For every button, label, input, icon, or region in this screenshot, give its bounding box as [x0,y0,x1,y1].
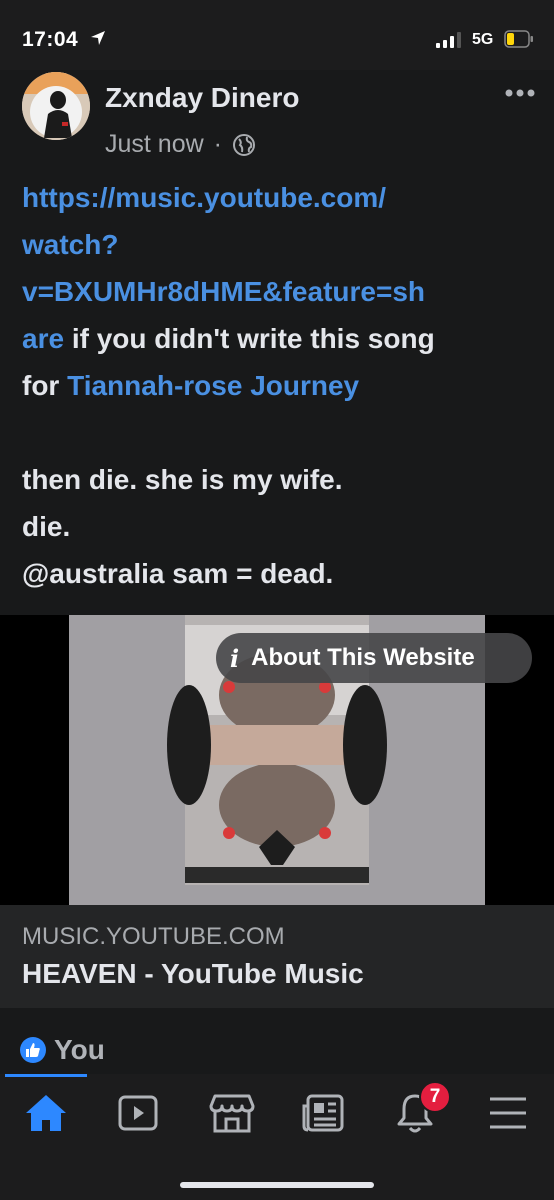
post-text-segment: for [22,370,68,401]
status-time: 17:04 [22,28,79,51]
about-website-button[interactable]: i About This Website [216,633,532,683]
post-body-line: then die. she is my wife. [22,464,343,495]
marketplace-icon [209,1094,255,1133]
notification-count-badge: 7 [419,1081,451,1113]
post-text-line: are if you didn't write this song [22,315,542,362]
post-meta: Just now · [105,130,256,159]
info-icon: i [230,643,240,673]
post-text-line: v=BXUMHr8dHME&feature=sh [22,268,542,315]
network-label: 5G [472,31,494,48]
active-tab-indicator [5,1074,87,1077]
post-link[interactable]: https://music.youtube.com/ [22,182,386,213]
post-link[interactable]: are [22,323,64,354]
location-arrow-icon [91,31,105,45]
like-reaction-icon [20,1037,46,1063]
post-body-line: die. [22,511,71,542]
tagged-person-link[interactable]: Tiannah-rose Journey [67,370,359,401]
more-options-icon[interactable] [504,88,536,98]
post-link[interactable]: watch? [22,229,118,260]
tab-menu[interactable] [483,1088,533,1138]
preview-title: HEAVEN - YouTube Music [22,958,364,989]
battery-icon [504,30,533,48]
tab-home[interactable] [21,1088,71,1138]
reaction-label: You [54,1034,105,1065]
post-text-segment: if you didn't write this song [64,323,435,354]
about-website-label: About This Website [251,644,475,671]
link-preview-info[interactable]: MUSIC.YOUTUBE.COM HEAVEN - YouTube Music [0,905,554,1008]
avatar-image [22,72,90,140]
tab-video[interactable] [113,1088,163,1138]
post-text-line: https://music.youtube.com/ [22,174,542,221]
author-name[interactable]: Zxnday Dinero [105,82,299,114]
news-icon [302,1094,344,1132]
globe-icon [233,133,255,156]
menu-icon [490,1097,526,1129]
meta-separator: · [213,130,222,158]
home-indicator[interactable] [180,1182,374,1188]
tab-marketplace[interactable] [207,1088,257,1138]
post-text: https://music.youtube.com/ watch? v=BXUM… [22,174,542,597]
post-text-line: for Tiannah-rose Journey [22,362,542,409]
post-text-spacer [22,409,542,456]
avatar[interactable] [22,72,90,140]
tab-news[interactable] [298,1088,348,1138]
post-link[interactable]: v=BXUMHr8dHME&feature=sh [22,276,425,307]
post-body-line: @australia sam = dead. [22,558,334,589]
reactions-summary[interactable]: You [20,1034,105,1066]
home-icon [26,1095,66,1131]
post-text-line: watch? [22,221,542,268]
status-bar: 17:04 5G [0,0,554,70]
signal-icon [436,32,461,48]
post-timestamp[interactable]: Just now [105,130,204,159]
video-icon [118,1095,158,1131]
preview-domain: MUSIC.YOUTUBE.COM [22,923,285,950]
